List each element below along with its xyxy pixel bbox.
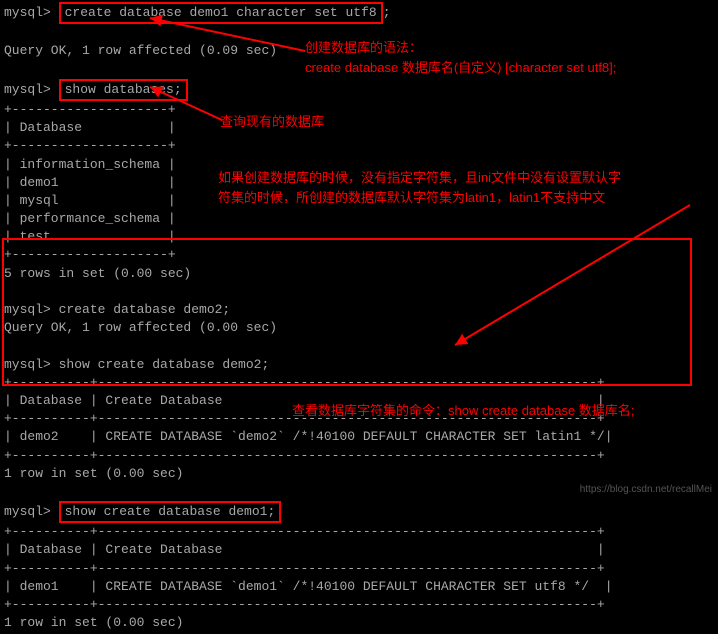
table-border: +--------------------+	[4, 137, 714, 155]
semicolon: ;	[383, 5, 391, 20]
table-head: | Database | Create Database |	[4, 541, 714, 559]
highlight-box-demo2	[2, 238, 692, 386]
prompt: mysql>	[4, 504, 51, 519]
result-5: 1 row in set (0.00 sec)	[4, 614, 714, 632]
table-head: | Database |	[4, 119, 714, 137]
table-border: +----------+----------------------------…	[4, 523, 714, 541]
table-border: +----------+----------------------------…	[4, 560, 714, 578]
cmd-line-1[interactable]: mysql> create database demo1 character s…	[4, 2, 714, 24]
table-row: | demo2 | CREATE DATABASE `demo2` /*!401…	[4, 428, 714, 446]
table-row: | performance_schema |	[4, 210, 714, 228]
boxed-cmd1: create database demo1 character set utf8	[59, 2, 383, 24]
annotation-text: create database 数据库名(自定义) [character set…	[305, 58, 616, 78]
boxed-cmd5: show create database demo1;	[59, 501, 282, 523]
annotation-query: 查询现有的数据库	[220, 112, 324, 132]
result-4: 1 row in set (0.00 sec)	[4, 465, 714, 483]
table-border: +----------+----------------------------…	[4, 596, 714, 614]
annotation-show-create: 查看数据库字符集的命令：show create database 数据库名;	[292, 401, 634, 421]
table-row: | demo1 | CREATE DATABASE `demo1` /*!401…	[4, 578, 714, 596]
prompt: mysql>	[4, 5, 51, 20]
watermark: https://blog.csdn.net/recallMei	[580, 483, 712, 497]
annotation-text: 符集的时候，所创建的数据库默认字符集为latin1，latin1不支持中文	[218, 188, 698, 208]
boxed-cmd2: show databases;	[59, 79, 188, 101]
cmd-line-5[interactable]: mysql> show create database demo1;	[4, 501, 714, 523]
annotation-text: 如果创建数据库的时候，没有指定字符集，且ini文件中没有设置默认字	[218, 168, 698, 188]
prompt: mysql>	[4, 82, 51, 97]
annotation-charset: 如果创建数据库的时候，没有指定字符集，且ini文件中没有设置默认字 符集的时候，…	[218, 168, 698, 207]
cmd-line-2[interactable]: mysql> show databases;	[4, 79, 714, 101]
table-border: +--------------------+	[4, 101, 714, 119]
annotation-syntax: 创建数据库的语法： create database 数据库名(自定义) [cha…	[305, 38, 616, 77]
table-border: +----------+----------------------------…	[4, 447, 714, 465]
annotation-text: 创建数据库的语法：	[305, 38, 616, 58]
